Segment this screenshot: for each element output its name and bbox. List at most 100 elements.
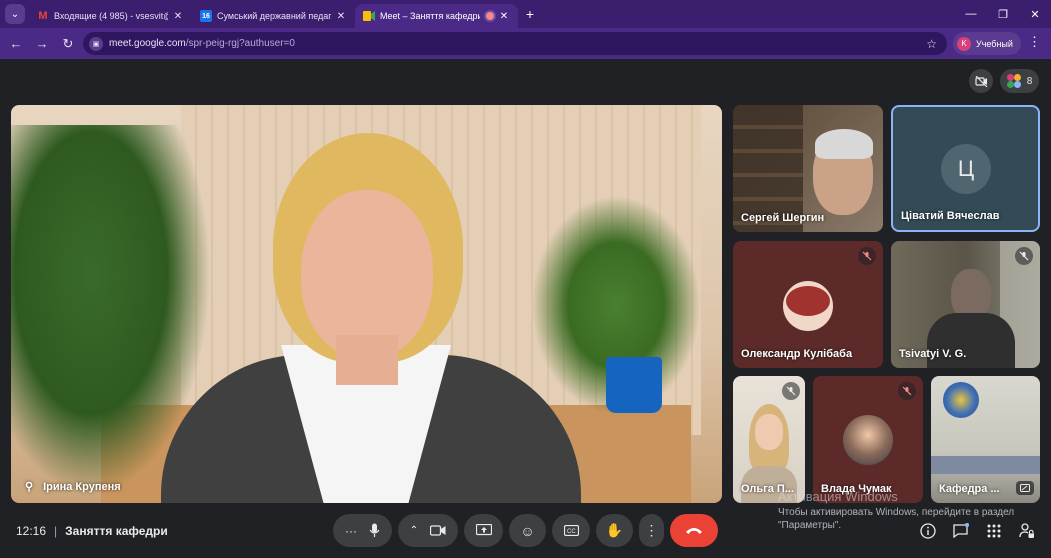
main-speaker-tile[interactable]: ⚲ Ірина Крупеня — [11, 105, 722, 503]
more-options-mic-button[interactable]: ··· — [333, 514, 392, 547]
address-bar: ← → ↻ ▣ meet.google.com/spr-peig-rgj?aut… — [0, 28, 1051, 59]
plant-pot — [606, 357, 662, 413]
tab-gmail[interactable]: M Входящие (4 985) - vsesvit@ssp ✕ — [29, 4, 192, 28]
gmail-icon: M — [38, 10, 48, 22]
raise-hand-button[interactable]: ✋ — [596, 514, 633, 547]
close-window-icon[interactable]: ✕ — [1019, 0, 1051, 28]
camera-button[interactable]: ⌃ — [398, 514, 458, 547]
avatar-initial: Ц — [957, 156, 975, 181]
tab-search-icon[interactable]: ⌄ — [5, 4, 25, 24]
activation-line-2: "Параметры". — [778, 520, 842, 531]
participant-tile[interactable]: Кафедра ... — [931, 376, 1040, 503]
activation-line-1: Чтобы активировать Windows, перейдите в … — [778, 507, 1015, 518]
pip-icon[interactable] — [1016, 481, 1034, 495]
apps-grid-icon — [987, 524, 1001, 538]
mic-off-icon — [898, 382, 916, 400]
participant-tile-active[interactable]: Ц Ціватий Вячеслав — [891, 105, 1040, 232]
meet-icon — [363, 10, 375, 22]
participant-count: 8 — [1026, 75, 1033, 87]
camera-icon — [430, 525, 446, 536]
participant-name: Кафедра ... — [939, 483, 1000, 495]
emoji-icon: ☺ — [520, 522, 535, 539]
avatar — [843, 415, 893, 465]
room-table — [931, 456, 1040, 474]
tab-title: Meet – Заняття кафедри — [380, 11, 480, 21]
mic-icon — [369, 523, 380, 537]
url-host: meet.google.com — [109, 38, 186, 49]
participant-name: Сергей Шергин — [741, 212, 825, 224]
participants-avatars-icon — [1006, 74, 1021, 88]
participant-tile[interactable]: Олександр Кулібаба — [733, 241, 883, 368]
meeting-title: Заняття кафедри — [65, 524, 168, 538]
lock-person-icon — [1019, 523, 1034, 538]
hand-icon: ✋ — [605, 522, 624, 538]
participant-tile[interactable]: Влада Чумак — [813, 376, 923, 503]
back-icon[interactable]: ← — [4, 32, 28, 56]
mic-off-icon — [858, 247, 876, 265]
url-field[interactable]: ▣ meet.google.com/spr-peig-rgj?authuser=… — [83, 32, 947, 55]
present-screen-button[interactable] — [464, 514, 503, 547]
bookmark-star-icon[interactable]: ☆ — [926, 37, 937, 51]
chevron-up-icon: ⌃ — [409, 525, 419, 536]
site-info-icon[interactable]: ▣ — [89, 36, 103, 51]
participant-hair — [815, 129, 873, 159]
leave-call-button[interactable] — [670, 514, 718, 547]
maximize-icon[interactable]: ❐ — [987, 0, 1019, 28]
hide-self-view-button[interactable] — [969, 69, 993, 93]
chrome-menu-icon[interactable]: ⋮ — [1028, 34, 1041, 50]
activation-title: Активация Windows — [778, 489, 898, 504]
activities-button[interactable] — [984, 521, 1004, 541]
mic-off-icon — [782, 382, 800, 400]
participant-name: Tsivatyi V. G. — [899, 348, 967, 360]
speaker-neck — [336, 335, 398, 385]
profile-label: Учебный — [976, 38, 1013, 49]
main-speaker-name: ⚲ Ірина Крупеня — [25, 480, 121, 494]
browser-tab-bar: ⌄ M Входящие (4 985) - vsesvit@ssp ✕ 16 … — [0, 0, 1051, 28]
participant-tile[interactable]: Сергей Шергин — [733, 105, 883, 232]
sspu-icon: 16 — [200, 10, 212, 22]
more-vert-icon: ⋮ — [644, 522, 659, 538]
video-off-icon — [974, 75, 987, 87]
participants-button[interactable]: 8 — [1000, 69, 1039, 93]
avatar: K — [957, 36, 971, 51]
reload-icon[interactable]: ↻ — [56, 32, 80, 56]
present-icon — [475, 524, 492, 536]
close-tab-icon[interactable]: ✕ — [172, 11, 184, 22]
participant-tile[interactable]: Ольга П... — [733, 376, 805, 503]
close-tab-icon[interactable]: ✕ — [498, 11, 510, 22]
mic-off-icon — [1015, 247, 1033, 265]
tab-sspu[interactable]: 16 Сумський державний педагогі ✕ — [192, 4, 355, 28]
profile-button[interactable]: K Учебный — [953, 32, 1021, 55]
tab-title: Сумський державний педагогі — [217, 11, 331, 21]
svg-text:CC: CC — [567, 529, 576, 535]
pin-icon: ⚲ — [25, 481, 34, 493]
window-controls: — ❐ ✕ — [955, 0, 1051, 28]
separator: | — [54, 524, 58, 538]
close-tab-icon[interactable]: ✕ — [335, 11, 347, 22]
reactions-button[interactable]: ☺ — [509, 514, 546, 547]
avatar — [783, 281, 833, 331]
participant-name: Олександр Кулібаба — [741, 348, 853, 360]
captions-button[interactable]: CC — [552, 514, 590, 547]
forward-icon[interactable]: → — [30, 32, 54, 56]
meeting-details-button[interactable] — [918, 521, 938, 541]
tab-meet[interactable]: Meet – Заняття кафедри ✕ — [355, 4, 518, 28]
url-path: /spr-peig-rgj?authuser=0 — [185, 38, 295, 49]
emblem-icon — [943, 382, 979, 418]
info-icon — [920, 523, 936, 539]
tab-title: Входящие (4 985) - vsesvit@ssp — [54, 11, 168, 21]
clock: 12:16 — [16, 524, 47, 538]
minimize-icon[interactable]: — — [955, 0, 987, 28]
new-tab-icon[interactable]: + — [518, 6, 542, 22]
participant-face — [755, 414, 783, 450]
chat-button[interactable] — [951, 521, 971, 541]
activation-notice: Чтобы активировать Windows, перейдите в … — [778, 506, 1014, 532]
more-horiz-icon: ··· — [345, 523, 357, 538]
participant-tile[interactable]: Tsivatyi V. G. — [891, 241, 1040, 368]
avatar: Ц — [941, 144, 991, 194]
speaker-name: Ірина Крупеня — [43, 480, 121, 493]
host-controls-button[interactable] — [1017, 521, 1037, 541]
speaker-face — [301, 190, 433, 358]
more-options-button[interactable]: ⋮ — [639, 514, 664, 547]
recording-icon — [486, 12, 494, 20]
